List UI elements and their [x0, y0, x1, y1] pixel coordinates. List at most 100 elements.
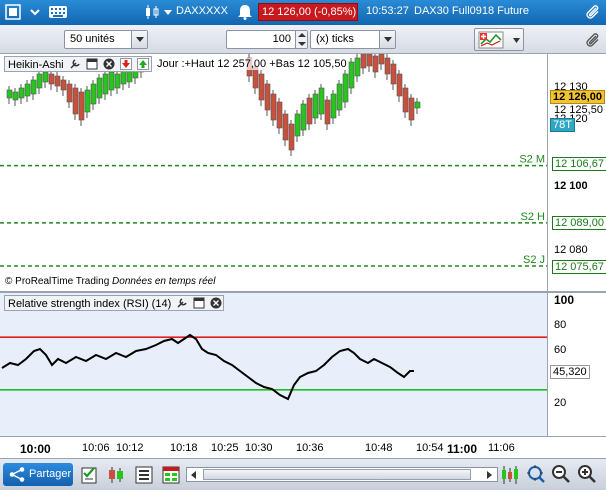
chevron-down-icon[interactable]: [28, 4, 42, 20]
contract-name: DAX30 Full0918 Future: [414, 5, 529, 17]
attach-icon[interactable]: [584, 32, 602, 48]
close-icon[interactable]: [210, 297, 222, 309]
zoom-fit-icon[interactable]: [526, 464, 546, 486]
candle-body: [294, 113, 301, 137]
rsi-axis-tick: 20: [554, 397, 567, 409]
alert-down-icon[interactable]: [119, 58, 132, 70]
current-price-tag: 12 126,00: [550, 90, 605, 104]
candle-body: [66, 83, 73, 103]
candle-body: [414, 101, 421, 109]
rsi-chart-pane[interactable]: Relative strength index (RSI) (14): [0, 293, 548, 436]
candle-body: [306, 97, 313, 125]
close-icon[interactable]: [103, 58, 115, 70]
bell-icon[interactable]: [236, 4, 254, 20]
candle-body: [72, 87, 79, 115]
candle-body: [12, 91, 19, 101]
wrench-icon[interactable]: [69, 58, 81, 70]
time-tick: 10:54: [416, 442, 444, 454]
candle-body: [402, 87, 409, 113]
candle-body: [102, 73, 109, 95]
ticks-unit-select[interactable]: (x) ticks: [310, 30, 396, 49]
candle-body: [336, 83, 343, 111]
scroll-left-icon[interactable]: [190, 470, 198, 480]
time-tick: 11:06: [488, 442, 515, 454]
window-icon[interactable]: [86, 58, 98, 70]
candle-body: [276, 101, 283, 129]
share-button[interactable]: Partager: [3, 463, 73, 486]
chevron-down-icon[interactable]: [131, 31, 147, 48]
candle-body: [390, 63, 397, 85]
time-tick: 10:36: [296, 442, 324, 454]
stepper-icon[interactable]: [295, 31, 307, 48]
candle-body: [366, 54, 373, 67]
price-chart-header: Heikin-Ashi: [4, 56, 152, 72]
instrument-name[interactable]: DAXXXXX: [176, 5, 228, 17]
ticks-unit-value: (x) ticks: [316, 33, 354, 45]
credit-label: © ProRealTime Trading: [5, 276, 110, 287]
candlestick-icon[interactable]: [143, 4, 161, 20]
candle-body: [18, 87, 25, 99]
candle-body: [300, 103, 307, 131]
time-axis[interactable]: 10:00 10:06 10:12 10:18 10:25 10:30 10:3…: [0, 436, 606, 458]
rsi-value-tag: 45,320: [550, 365, 590, 379]
candle-body: [324, 99, 331, 125]
candle-body: [78, 91, 85, 121]
attach-icon[interactable]: [584, 4, 602, 20]
level-tag-s2j: 12 075,67: [552, 260, 606, 274]
wrench-icon[interactable]: [176, 297, 188, 309]
candle-body: [84, 89, 91, 113]
bar-width-icon[interactable]: [500, 464, 520, 486]
support-level-label: S2 J: [523, 254, 545, 266]
rsi-axis-tick: 100: [554, 293, 575, 307]
candle-body: [288, 123, 295, 151]
rsi-axis-tick: 80: [554, 319, 567, 331]
zoom-out-icon[interactable]: [551, 464, 571, 486]
candle-body: [90, 83, 97, 105]
level-tag-s2h: 12 089,00: [552, 216, 606, 230]
rsi-axis-tick: 60: [554, 344, 567, 356]
checklist-icon[interactable]: [80, 465, 100, 485]
chevron-down-icon[interactable]: [379, 31, 395, 48]
indicator-button[interactable]: [474, 28, 524, 51]
credit-text: © ProRealTime Trading Données en temps r…: [5, 276, 215, 287]
price-chart[interactable]: S2 M S2 H S2 J: [0, 54, 548, 291]
order-book-icon[interactable]: [134, 465, 154, 485]
candle-body: [60, 79, 67, 91]
candle-body: [348, 61, 355, 89]
windows-icon[interactable]: [5, 4, 21, 20]
share-label: Partager: [29, 468, 72, 480]
support-level-label: S2 H: [521, 211, 546, 223]
window-icon[interactable]: [193, 297, 205, 309]
price-axis[interactable]: 12 130 12 126,00 12 125,50 12 120 78T 12…: [548, 54, 606, 436]
rsi-chart[interactable]: [0, 293, 548, 436]
dropdown-arrow-icon[interactable]: [163, 4, 173, 20]
time-tick: 10:06: [82, 442, 110, 454]
candle-body: [24, 83, 31, 97]
bottom-toolbar: Partager: [0, 458, 606, 490]
price-chart-pane[interactable]: S2 M S2 H S2 J Heikin-Ashi Jour :+Haut 12 …: [0, 54, 548, 291]
candle-body: [108, 71, 115, 91]
candle-body: [342, 73, 349, 103]
grid-table-icon[interactable]: [161, 465, 181, 485]
candle-body: [258, 73, 265, 101]
candle-body: [282, 113, 289, 141]
alert-up-icon[interactable]: [136, 58, 149, 70]
candle-body: [318, 87, 325, 115]
scroll-right-icon[interactable]: [485, 470, 493, 480]
time-tick: 10:12: [116, 442, 144, 454]
units-select[interactable]: 50 unités: [64, 30, 148, 49]
time-scrollbar[interactable]: [186, 467, 498, 482]
candle-settings-icon[interactable]: [106, 465, 126, 485]
ticks-input[interactable]: 100: [226, 30, 308, 49]
zoom-in-icon[interactable]: [577, 464, 597, 486]
candle-body: [36, 73, 43, 89]
candle-body: [6, 89, 13, 99]
candle-body: [54, 75, 61, 87]
time-tick: 10:48: [365, 442, 393, 454]
candle-body: [114, 73, 121, 89]
keyboard-icon[interactable]: [48, 4, 68, 20]
scrollbar-thumb[interactable]: [203, 469, 471, 480]
share-icon: [9, 467, 25, 482]
time-tick: 10:25: [211, 442, 239, 454]
candle-body: [264, 83, 271, 111]
